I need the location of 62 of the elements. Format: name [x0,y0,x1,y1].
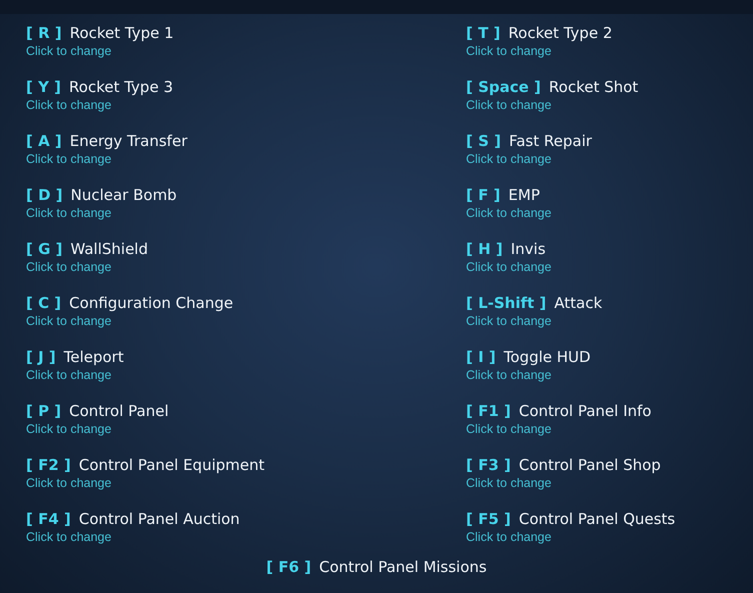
key-label: [ F2 ] [26,456,71,474]
change-link[interactable]: Click to change [26,476,112,490]
action-label: Control Panel Shop [518,456,661,474]
action-label: Control Panel [69,402,169,420]
key-label: [ C ] [26,294,62,312]
key-label: [ F1 ] [466,402,511,420]
key-label: [ F6 ] [266,558,312,576]
change-link[interactable]: Click to change [466,44,552,58]
key-label: [ T ] [466,24,500,42]
action-label: Attack [554,294,602,312]
key-label: [ F5 ] [466,510,511,528]
key-label: [ F4 ] [26,510,71,528]
action-label: Teleport [64,348,124,366]
change-link[interactable]: Click to change [466,368,552,382]
change-link[interactable]: Click to change [26,530,112,544]
change-link[interactable]: Click to change [26,206,112,220]
change-link[interactable]: Click to change [26,422,112,436]
action-label: Rocket Type 3 [69,78,173,96]
key-label: [ I ] [466,348,496,366]
key-label: [ D ] [26,186,63,204]
change-link[interactable]: Click to change [26,368,112,382]
change-link[interactable]: Click to change [466,260,552,274]
change-link[interactable]: Click to change [466,476,552,490]
key-label: [ P ] [26,402,62,420]
change-link[interactable]: Click to change [466,152,552,166]
key-label: [ F ] [466,186,500,204]
change-link[interactable]: Click to change [26,98,112,112]
key-label: [ J ] [26,348,56,366]
key-label: [ Space ] [466,78,541,96]
change-link[interactable]: Click to change [26,260,112,274]
key-label: [ G ] [26,240,62,258]
action-label: Control Panel Quests [518,510,676,528]
action-label: Rocket Type 2 [508,24,612,42]
action-label: Rocket Shot [548,78,638,96]
key-label: [ A ] [26,132,62,150]
action-label: Invis [510,240,546,258]
action-label: Fast Repair [508,132,592,150]
change-link[interactable]: Click to change [466,530,552,544]
action-label: Control Panel Missions [319,558,487,576]
action-label: Configuration Change [69,294,234,312]
change-link[interactable]: Click to change [466,314,552,328]
change-link[interactable]: Click to change [26,44,112,58]
action-label: WallShield [70,240,148,258]
change-link[interactable]: Click to change [466,98,552,112]
action-label: Nuclear Bomb [70,186,177,204]
action-label: Control Panel Auction [78,510,240,528]
key-label: [ L-Shift ] [466,294,546,312]
action-label: Control Panel Info [518,402,652,420]
action-label: Control Panel Equipment [78,456,264,474]
key-label: [ R ] [26,24,62,42]
change-link[interactable]: Click to change [466,206,552,220]
change-link[interactable]: Click to change [26,152,112,166]
key-label: [ Y ] [26,78,62,96]
action-label: EMP [508,186,540,204]
action-label: Energy Transfer [70,132,188,150]
key-label: [ F3 ] [466,456,511,474]
change-link[interactable]: Click to change [26,314,112,328]
change-link[interactable]: Click to change [466,422,552,436]
key-label: [ H ] [466,240,503,258]
action-label: Rocket Type 1 [70,24,174,42]
action-label: Toggle HUD [504,348,591,366]
key-label: [ S ] [466,132,501,150]
